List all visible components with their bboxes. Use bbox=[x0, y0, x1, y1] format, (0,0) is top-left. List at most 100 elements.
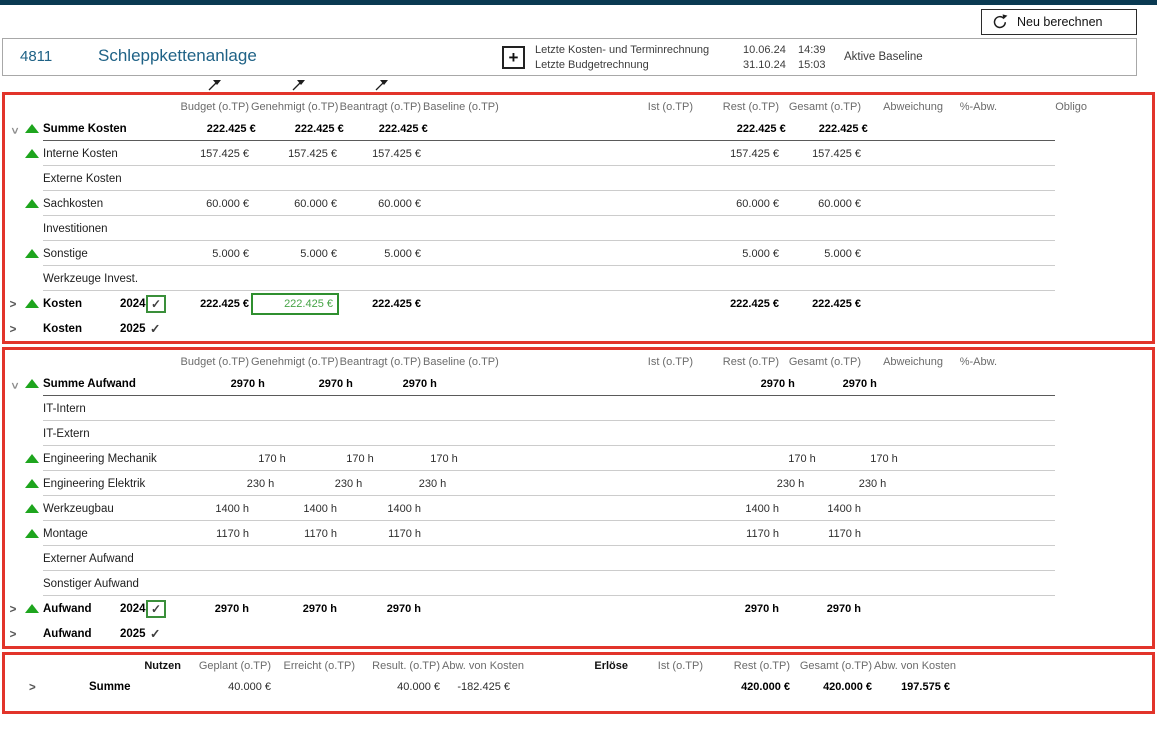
table-row[interactable]: Engineering Elektrik230 h230 h230 h230 h… bbox=[5, 471, 1152, 496]
value-cell: 1400 h bbox=[172, 503, 251, 515]
table-row[interactable]: Interne Kosten157.425 €157.425 €157.425 … bbox=[5, 141, 1152, 166]
table-row[interactable]: >Aufwand2025✓ bbox=[5, 621, 1152, 646]
row-label: Werkzeuge Invest. bbox=[43, 273, 138, 285]
status-up-triangle-icon bbox=[25, 299, 39, 308]
value-cell: 2970 h bbox=[781, 603, 863, 615]
table-row[interactable]: Engineering Mechanik170 h170 h170 h170 h… bbox=[5, 446, 1152, 471]
row-label: Sachkosten bbox=[43, 198, 120, 210]
row-label: Montage bbox=[43, 528, 120, 540]
value-cell: 170 h bbox=[288, 453, 376, 465]
value-cell: 2970 h bbox=[251, 603, 339, 615]
table-row[interactable]: >Aufwand2024✓2970 h2970 h2970 h2970 h297… bbox=[5, 596, 1152, 621]
row-label: Aufwand bbox=[43, 628, 120, 640]
value-cell: 60.000 € bbox=[695, 198, 781, 210]
table-row[interactable]: >Summe Aufwand2970 h2970 h2970 h2970 h29… bbox=[5, 371, 1152, 396]
table-row[interactable]: >Kosten2024✓222.425 €222.425 €222.425 €2… bbox=[5, 291, 1152, 316]
value-cell: 1170 h bbox=[781, 528, 863, 540]
column-header: Rest (o.TP) bbox=[695, 101, 781, 113]
value-cell: 60.000 € bbox=[781, 198, 863, 210]
toolbar: Neu berechnen bbox=[0, 5, 1157, 38]
value-cell: 157.425 € bbox=[781, 148, 863, 160]
table-row[interactable]: Werkzeugbau1400 h1400 h1400 h1400 h1400 … bbox=[5, 496, 1152, 521]
row-label: Interne Kosten bbox=[43, 148, 120, 160]
value-cell: 222.425 € bbox=[695, 298, 781, 310]
recalculate-button[interactable]: Neu berechnen bbox=[981, 9, 1137, 35]
value-cell: 157.425 € bbox=[251, 148, 339, 160]
chevron-right-icon[interactable]: > bbox=[10, 300, 17, 312]
calc-dates: 10.06.24 31.10.24 bbox=[743, 43, 786, 73]
table-row[interactable]: Sonstiger Aufwand bbox=[5, 571, 1152, 596]
column-header: Gesamt (o.TP) bbox=[792, 660, 874, 672]
value-cell: 230 h bbox=[720, 478, 806, 490]
value-cell: 2970 h bbox=[711, 378, 797, 390]
last-cost-calc-label: Letzte Kosten- und Terminrechnung bbox=[535, 43, 709, 58]
status-up-triangle-icon bbox=[25, 504, 39, 513]
table-row[interactable]: Externe Kosten bbox=[5, 166, 1152, 191]
last-budget-calc-time: 15:03 bbox=[798, 58, 826, 73]
value-cell: 1400 h bbox=[251, 503, 339, 515]
table-row[interactable]: >Summe40.000 €40.000 €-182.425 €420.000 … bbox=[5, 675, 1152, 699]
year-checkmark-icon[interactable]: ✓ bbox=[146, 626, 160, 641]
table-row[interactable]: Werkzeuge Invest. bbox=[5, 266, 1152, 291]
value-cell: 2970 h bbox=[797, 378, 879, 390]
value-cell: 170 h bbox=[732, 453, 818, 465]
row-label: IT-Extern bbox=[43, 428, 120, 440]
value-cell: 2970 h bbox=[267, 378, 355, 390]
value-cell: 1400 h bbox=[781, 503, 863, 515]
value-cell: 1170 h bbox=[695, 528, 781, 540]
value-cell: 5.000 € bbox=[339, 248, 423, 260]
status-up-triangle-icon bbox=[25, 379, 39, 388]
value-cell: 157.425 € bbox=[172, 148, 251, 160]
row-label: IT-Intern bbox=[43, 403, 120, 415]
value-cell: 222.425 € bbox=[702, 123, 788, 135]
filter-icon[interactable] bbox=[208, 78, 222, 96]
highlighted-editable-cell[interactable]: 222.425 € bbox=[251, 293, 339, 315]
chevron-right-icon[interactable]: > bbox=[29, 683, 36, 695]
table-row[interactable]: IT-Intern bbox=[5, 396, 1152, 421]
value-cell: 170 h bbox=[209, 453, 288, 465]
column-header: Abweichung bbox=[863, 101, 945, 113]
table-row[interactable]: Investitionen bbox=[5, 216, 1152, 241]
value-cell: 60.000 € bbox=[172, 198, 251, 210]
column-header: %-Abw. bbox=[945, 356, 999, 368]
row-label: Investitionen bbox=[43, 223, 120, 235]
value-cell: 230 h bbox=[364, 478, 448, 490]
column-header: Nutzen bbox=[139, 660, 183, 672]
table-row[interactable]: Sonstige5.000 €5.000 €5.000 €5.000 €5.00… bbox=[5, 241, 1152, 266]
column-header: Obligo bbox=[999, 101, 1089, 113]
status-up-triangle-icon bbox=[25, 124, 39, 133]
row-label: Externer Aufwand bbox=[43, 553, 134, 565]
chevron-down-icon[interactable]: > bbox=[7, 382, 19, 389]
year-checkbox[interactable]: ✓ bbox=[146, 600, 166, 618]
value-cell: 230 h bbox=[806, 478, 888, 490]
table-row[interactable]: Montage1170 h1170 h1170 h1170 h1170 h bbox=[5, 521, 1152, 546]
year-checkmark-icon[interactable]: ✓ bbox=[146, 321, 160, 336]
table-row[interactable]: IT-Extern bbox=[5, 421, 1152, 446]
value-cell: 5.000 € bbox=[781, 248, 863, 260]
value-cell: 157.425 € bbox=[339, 148, 423, 160]
column-filter-strip bbox=[2, 76, 1155, 92]
column-header: %-Abw. bbox=[945, 101, 999, 113]
benefits-table: NutzenGeplant (o.TP)Erreicht (o.TP)Resul… bbox=[2, 652, 1155, 714]
column-header: Budget (o.TP) bbox=[172, 101, 251, 113]
filter-icon[interactable] bbox=[292, 78, 306, 96]
value-cell: 1170 h bbox=[339, 528, 423, 540]
column-header: Rest (o.TP) bbox=[705, 660, 792, 672]
table-row[interactable]: >Summe Kosten222.425 €222.425 €222.425 €… bbox=[5, 116, 1152, 141]
filter-icon[interactable] bbox=[375, 78, 389, 96]
table-row[interactable]: Sachkosten60.000 €60.000 €60.000 €60.000… bbox=[5, 191, 1152, 216]
chevron-right-icon[interactable]: > bbox=[10, 325, 17, 337]
chevron-right-icon[interactable]: > bbox=[10, 605, 17, 617]
table-row[interactable]: >Kosten2025✓ bbox=[5, 316, 1152, 341]
status-up-triangle-icon bbox=[25, 199, 39, 208]
year-checkbox[interactable]: ✓ bbox=[146, 295, 166, 313]
chevron-right-icon[interactable]: > bbox=[10, 630, 17, 642]
value-cell: 222.425 € bbox=[179, 123, 258, 135]
refresh-icon bbox=[992, 14, 1008, 30]
expand-plus-button[interactable]: + bbox=[502, 46, 525, 69]
table-row[interactable]: Externer Aufwand bbox=[5, 546, 1152, 571]
status-up-triangle-icon bbox=[25, 604, 39, 613]
effort-table: Budget (o.TP)Genehmigt (o.TP)Beantragt (… bbox=[2, 347, 1155, 649]
value-cell: 2970 h bbox=[695, 603, 781, 615]
chevron-down-icon[interactable]: > bbox=[7, 127, 19, 134]
